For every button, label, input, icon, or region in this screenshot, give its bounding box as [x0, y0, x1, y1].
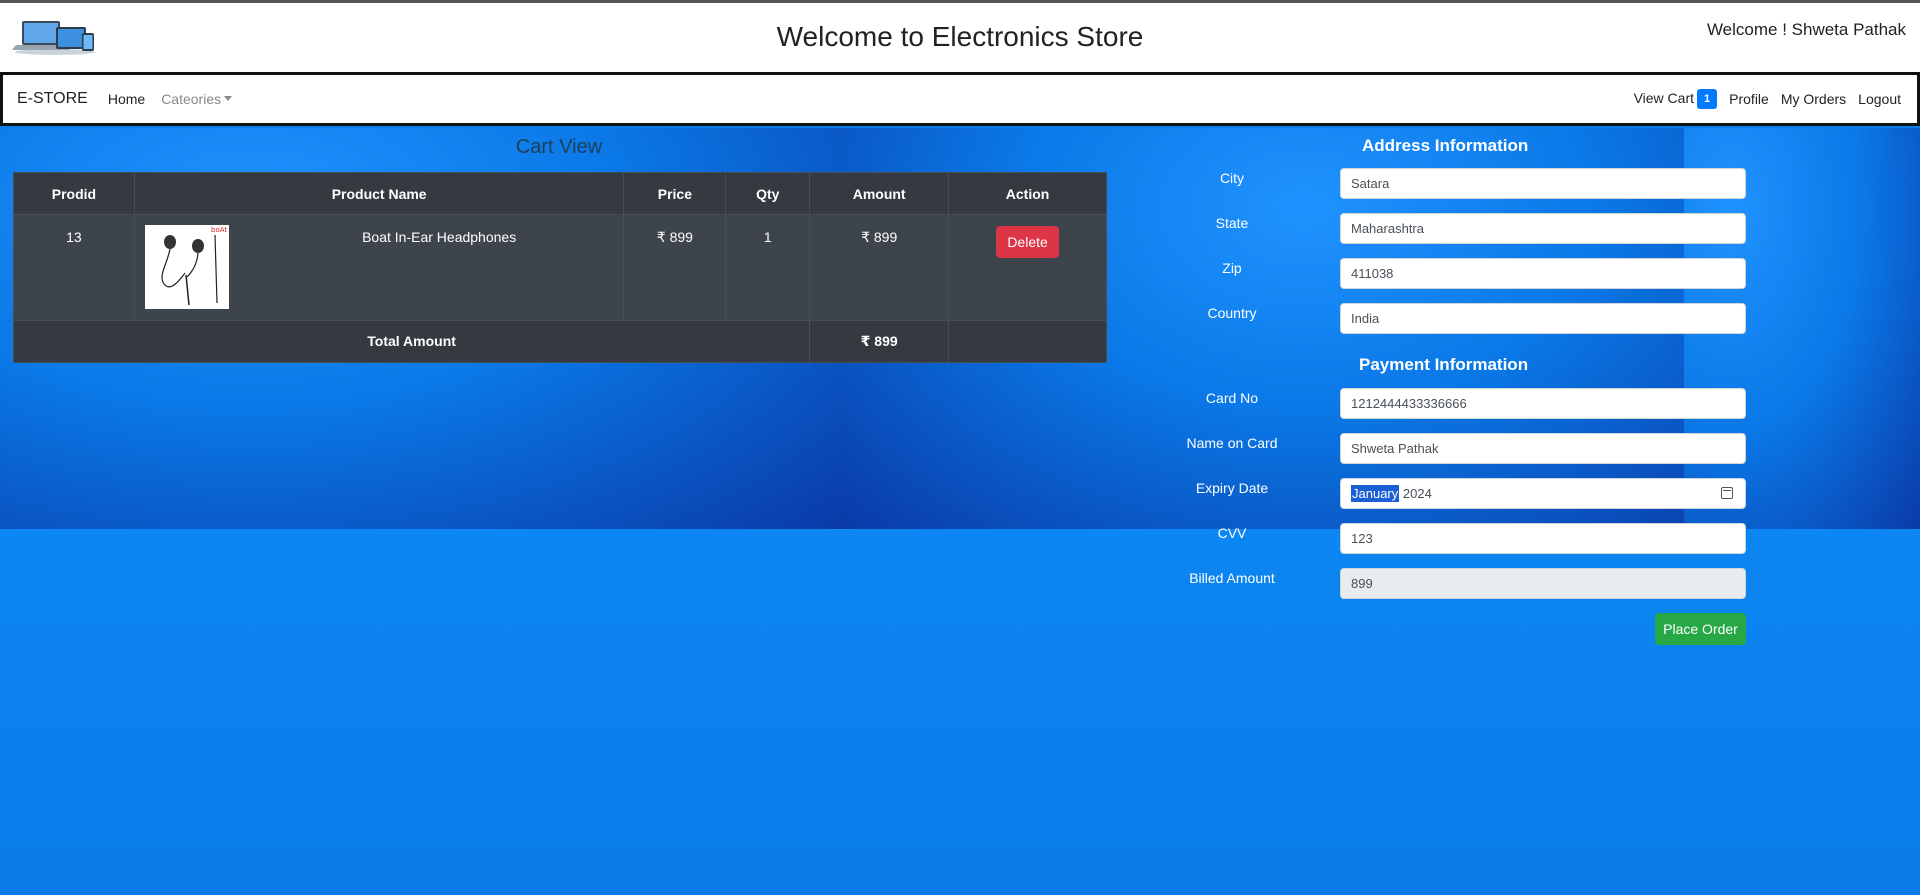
nav-view-cart[interactable]: View Cart 1 — [1634, 89, 1718, 109]
view-cart-label: View Cart — [1633, 90, 1695, 106]
card-no-label: Card No — [1205, 390, 1259, 406]
column-header: Qty — [725, 172, 811, 215]
site-title: Welcome to Electronics Store — [776, 21, 1144, 52]
city-field[interactable] — [1340, 168, 1746, 199]
expiry-year-segment[interactable]: 2024 — [1403, 486, 1432, 501]
nav-my-orders[interactable]: My Orders — [1781, 91, 1846, 107]
price-cell: ₹ 899 — [623, 214, 727, 321]
cart-header-row: Prodid Product Name Price Qty Amount Act… — [13, 172, 1107, 215]
cart-table: Prodid Product Name Price Qty Amount Act… — [12, 172, 1107, 363]
column-header: Amount — [809, 172, 950, 215]
product-name: Boat In-Ear Headphones — [362, 229, 517, 245]
nav-profile[interactable]: Profile — [1729, 91, 1769, 107]
total-label: Total Amount — [12, 320, 811, 363]
zip-label: Zip — [1222, 260, 1242, 276]
name-on-card-label: Name on Card — [1186, 435, 1278, 451]
cart-count-badge: 1 — [1697, 89, 1718, 109]
expiry-month-segment[interactable]: January — [1351, 485, 1400, 502]
state-label: State — [1215, 215, 1249, 231]
total-value: ₹ 899 — [809, 320, 950, 363]
place-order-button[interactable]: Place Order — [1655, 613, 1746, 645]
state-field[interactable] — [1340, 213, 1746, 244]
nav-home[interactable]: Home — [108, 91, 145, 107]
billed-amount-label: Billed Amount — [1189, 570, 1275, 586]
zip-field[interactable] — [1340, 258, 1746, 289]
table-row: 13 boAt Boat In-Ear Headphones ₹ 899 1 ₹… — [13, 214, 1107, 321]
expiry-date-label: Expiry Date — [1195, 480, 1269, 496]
amount-cell: ₹ 899 — [809, 214, 950, 321]
welcome-user-text: Welcome ! Shweta Pathak — [1706, 20, 1906, 39]
site-header: Welcome to Electronics Store Welcome ! S… — [0, 0, 1920, 72]
country-field[interactable] — [1340, 303, 1746, 334]
country-label: Country — [1207, 305, 1257, 321]
brand-link[interactable]: E-STORE — [17, 90, 88, 108]
calendar-icon[interactable] — [1721, 487, 1733, 499]
product-name-cell: boAt Boat In-Ear Headphones — [133, 214, 625, 321]
cvv-field[interactable] — [1340, 523, 1746, 554]
column-header: Action — [948, 172, 1107, 215]
cart-title: Cart View — [515, 136, 603, 158]
nav-logout[interactable]: Logout — [1858, 91, 1901, 107]
nav-right-group: View Cart 1 Profile My Orders Logout — [1622, 89, 1901, 109]
column-header: Prodid — [13, 172, 135, 215]
name-on-card-field[interactable] — [1340, 433, 1746, 464]
product-image: boAt — [144, 225, 229, 309]
nav-categories-label: Cateories — [161, 91, 222, 107]
total-row: Total Amount ₹ 899 — [12, 320, 1107, 363]
empty-cell — [948, 320, 1107, 363]
card-number-field[interactable] — [1340, 388, 1746, 419]
cvv-label: CVV — [1217, 525, 1247, 541]
prodid-cell: 13 — [13, 214, 135, 321]
column-header: Price — [623, 172, 727, 215]
chevron-down-icon — [224, 96, 233, 101]
delete-button[interactable]: Delete — [996, 226, 1059, 258]
address-section-title: Address Information — [1362, 136, 1529, 155]
nav-categories-dropdown[interactable]: Cateories — [161, 91, 233, 107]
city-label: City — [1219, 170, 1245, 186]
main-navbar: E-STORE Home Cateories View Cart 1 Profil… — [0, 72, 1920, 126]
expiry-date-field[interactable]: January 2024 — [1340, 478, 1746, 509]
payment-section-title: Payment Information — [1359, 355, 1529, 374]
qty-cell: 1 — [725, 214, 811, 321]
billed-amount-field — [1340, 568, 1746, 599]
column-header: Product Name — [133, 172, 625, 215]
action-cell: Delete — [948, 214, 1107, 321]
svg-text:boAt: boAt — [211, 226, 227, 234]
